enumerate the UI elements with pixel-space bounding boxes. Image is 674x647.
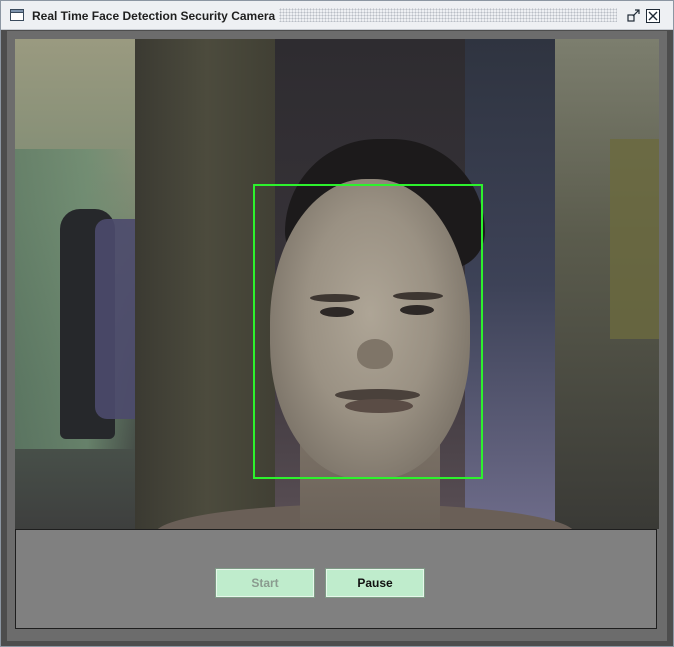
close-icon[interactable] [646, 9, 660, 23]
camera-feed [15, 39, 659, 529]
background-wall-right [610, 139, 659, 339]
window-icon [10, 9, 24, 21]
app-window: Real Time Face Detection Security Camera [0, 0, 674, 647]
face-detection-box [253, 184, 483, 479]
control-panel: Start Pause [15, 529, 657, 629]
restore-icon[interactable] [627, 9, 641, 23]
start-button[interactable]: Start [215, 568, 315, 598]
window-title: Real Time Face Detection Security Camera [32, 9, 280, 23]
title-bar[interactable]: Real Time Face Detection Security Camera [1, 1, 673, 30]
pause-button[interactable]: Pause [325, 568, 425, 598]
window-content: Start Pause [7, 31, 667, 641]
title-bar-grip [279, 8, 617, 22]
